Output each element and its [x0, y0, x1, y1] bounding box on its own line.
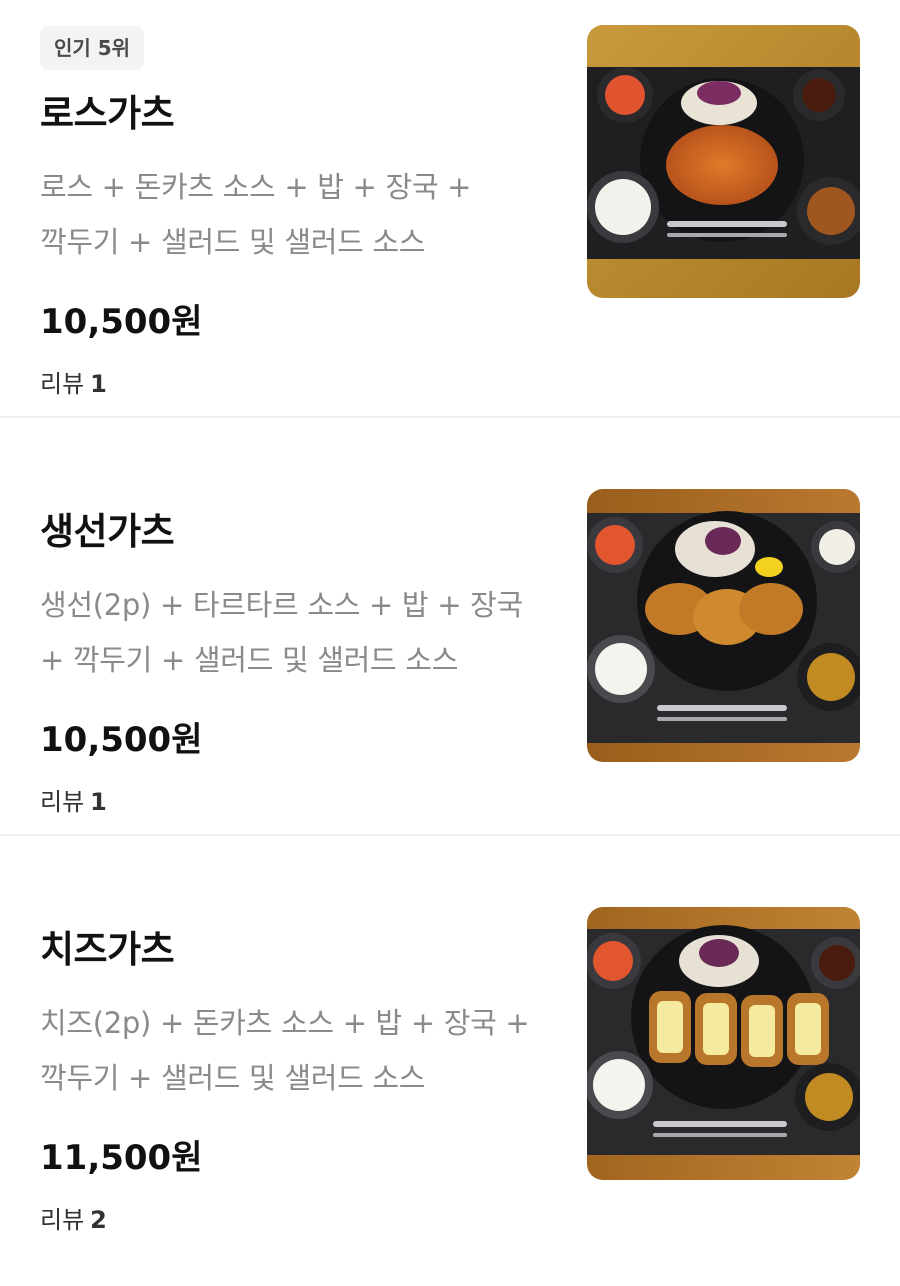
- loin-cutlet-set-photo[interactable]: [587, 25, 860, 298]
- food-photo-image: [587, 489, 860, 762]
- menu-item-review: 리뷰 1: [40, 787, 107, 817]
- menu-item-price: 10,500원: [40, 302, 203, 342]
- description-line-2: 깍두기 + 샐러드 및 샐러드 소스: [40, 1061, 426, 1095]
- menu-item-review: 리뷰 1: [40, 369, 107, 399]
- menu-item-description: 로스 + 돈카츠 소스 + 밥 + 장국 + 깍두기 + 샐러드 및 샐러드 소…: [40, 160, 570, 270]
- menu-item-description: 치즈(2p) + 돈카츠 소스 + 밥 + 장국 + 깍두기 + 샐러드 및 샐…: [40, 996, 570, 1106]
- menu-item-description: 생선(2p) + 타르타르 소스 + 밥 + 장국 + 깍두기 + 샐러드 및 …: [40, 578, 570, 688]
- menu-item-fish-katsu[interactable]: 생선가츠 생선(2p) + 타르타르 소스 + 밥 + 장국 + 깍두기 + 샐…: [0, 418, 900, 836]
- food-photo-image: [587, 907, 860, 1180]
- description-line-1: 생선(2p) + 타르타르 소스 + 밥 + 장국: [40, 588, 523, 622]
- description-line-2: 깍두기 + 샐러드 및 샐러드 소스: [40, 225, 426, 259]
- review-label: 리뷰: [40, 370, 85, 398]
- review-label: 리뷰: [40, 1206, 85, 1234]
- cheese-cutlet-set-photo[interactable]: [587, 907, 860, 1180]
- menu-item-name: 생선가츠: [40, 510, 175, 553]
- food-photo-image: [587, 25, 860, 298]
- description-line-2: + 깍두기 + 샐러드 및 샐러드 소스: [40, 643, 459, 677]
- menu-item-name: 치즈가츠: [40, 928, 175, 971]
- popularity-badge: 인기 5위: [40, 26, 145, 70]
- fish-cutlet-set-photo[interactable]: [587, 489, 860, 762]
- menu-item-loin-katsu[interactable]: 인기 5위 로스가츠 로스 + 돈카츠 소스 + 밥 + 장국 + 깍두기 + …: [0, 0, 900, 418]
- menu-list: 인기 5위 로스가츠 로스 + 돈카츠 소스 + 밥 + 장국 + 깍두기 + …: [0, 0, 900, 1254]
- review-label: 리뷰: [40, 788, 85, 816]
- menu-item-review: 리뷰 2: [40, 1205, 107, 1235]
- menu-item-price: 10,500원: [40, 720, 203, 760]
- menu-item-name: 로스가츠: [40, 92, 175, 135]
- review-count: 1: [90, 788, 107, 816]
- review-count: 1: [90, 370, 107, 398]
- menu-item-cheese-katsu[interactable]: 치즈가츠 치즈(2p) + 돈카츠 소스 + 밥 + 장국 + 깍두기 + 샐러…: [0, 836, 900, 1254]
- review-count: 2: [90, 1206, 107, 1234]
- menu-item-price: 11,500원: [40, 1138, 203, 1178]
- description-line-1: 치즈(2p) + 돈카츠 소스 + 밥 + 장국 +: [40, 1006, 530, 1040]
- description-line-1: 로스 + 돈카츠 소스 + 밥 + 장국 +: [40, 170, 472, 204]
